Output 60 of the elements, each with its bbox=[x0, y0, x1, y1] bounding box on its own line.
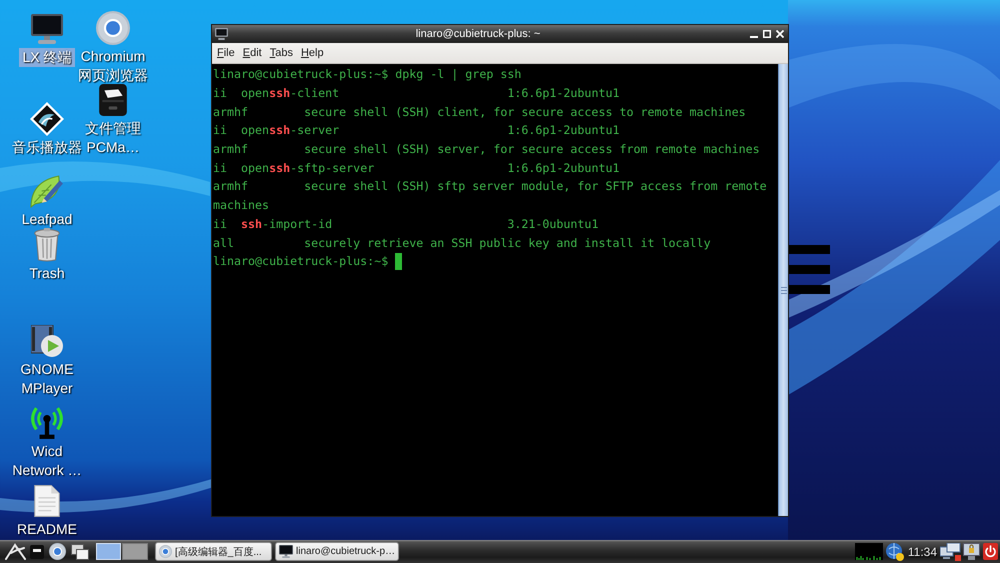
package-status: ii bbox=[213, 216, 228, 231]
menu-item[interactable]: Help bbox=[296, 47, 328, 59]
window-monitor-icon[interactable] bbox=[215, 28, 228, 40]
clock-time: 11:34 bbox=[908, 544, 937, 558]
antenna-icon[interactable] bbox=[30, 406, 64, 440]
ring-logo-icon[interactable] bbox=[49, 543, 66, 560]
file-drawer-icon[interactable] bbox=[99, 84, 127, 116]
scrollbar[interactable] bbox=[778, 64, 788, 516]
cpu-monitor-graph bbox=[854, 543, 883, 560]
input-method-icon[interactable] bbox=[886, 542, 904, 560]
package-architecture: armhf bbox=[213, 104, 248, 119]
power-icon[interactable] bbox=[983, 543, 998, 560]
start-menu-icon[interactable] bbox=[5, 543, 26, 560]
document-icon[interactable] bbox=[34, 485, 60, 517]
grip-icon bbox=[780, 286, 786, 294]
desktop-icon-label[interactable]: Wicd Network … bbox=[9, 442, 85, 479]
package-name: ssh-import-id bbox=[241, 216, 332, 231]
close-icon[interactable] bbox=[776, 30, 784, 38]
window-title: linaro@cubietruck-plus: ~ bbox=[414, 28, 542, 40]
network-icon[interactable] bbox=[940, 542, 961, 560]
package-name: openssh-client bbox=[241, 86, 340, 100]
package-description: securely retrieve an SSH public key and install it locally bbox=[304, 236, 711, 250]
film-play-icon[interactable] bbox=[31, 325, 63, 357]
package-version: 1:6.6p1-2ubuntu1 bbox=[507, 86, 620, 100]
package-architecture: all bbox=[213, 236, 234, 250]
leaf-pencil-icon[interactable] bbox=[30, 174, 64, 208]
task-button[interactable]: linaro@cubietruck-p… bbox=[275, 542, 399, 561]
prompt-text: linaro@cubietruck-plus:~$ bbox=[213, 67, 388, 82]
package-description: secure shell (SSH) sftp server module, for SFTP access from remote bbox=[304, 179, 767, 194]
diamond-logo-icon[interactable] bbox=[30, 102, 64, 136]
package-architecture: armhf bbox=[213, 142, 248, 156]
desktop-icon-label[interactable]: Trash bbox=[26, 264, 68, 282]
menu-item[interactable]: Tabs bbox=[266, 47, 297, 59]
drawer-icon[interactable] bbox=[30, 544, 44, 558]
package-version: 3.21-0ubuntu1 bbox=[507, 216, 598, 231]
menu-item[interactable]: File bbox=[213, 47, 239, 59]
package-description: secure shell (SSH) server, for secure access from remote machines bbox=[304, 142, 760, 156]
trash-icon[interactable] bbox=[34, 228, 60, 262]
screen-lock-icon[interactable] bbox=[963, 543, 980, 560]
ring-logo-icon bbox=[159, 545, 172, 558]
package-name: openssh-server bbox=[241, 123, 340, 138]
windows-icon[interactable] bbox=[71, 544, 89, 560]
maximize-icon[interactable] bbox=[763, 30, 771, 38]
command-text: dpkg -l | grep ssh bbox=[395, 67, 522, 82]
package-name: openssh-sftp-server bbox=[241, 160, 374, 175]
desktop-icon-label[interactable]: GNOME MPlayer bbox=[18, 360, 76, 397]
package-status: ii bbox=[213, 160, 228, 175]
monitor-icon[interactable] bbox=[31, 14, 63, 44]
package-architecture: armhf bbox=[213, 179, 248, 194]
wrapped-line-text: machines bbox=[213, 198, 270, 212]
monitor-icon bbox=[279, 545, 293, 558]
desktop-icon-label[interactable]: README bbox=[14, 520, 80, 538]
package-version: 1:6.6p1-2ubuntu1 bbox=[507, 123, 620, 138]
package-description: secure shell (SSH) client, for secure access to remote machines bbox=[304, 104, 746, 119]
package-status: ii bbox=[213, 123, 228, 138]
task-button[interactable]: [高级编辑器_百度... bbox=[155, 542, 272, 561]
prompt-text: linaro@cubietruck-plus:~$ bbox=[213, 254, 388, 268]
menu-item[interactable]: Edit bbox=[238, 47, 266, 59]
package-version: 1:6.6p1-2ubuntu1 bbox=[507, 160, 620, 175]
package-status: ii bbox=[213, 86, 228, 100]
